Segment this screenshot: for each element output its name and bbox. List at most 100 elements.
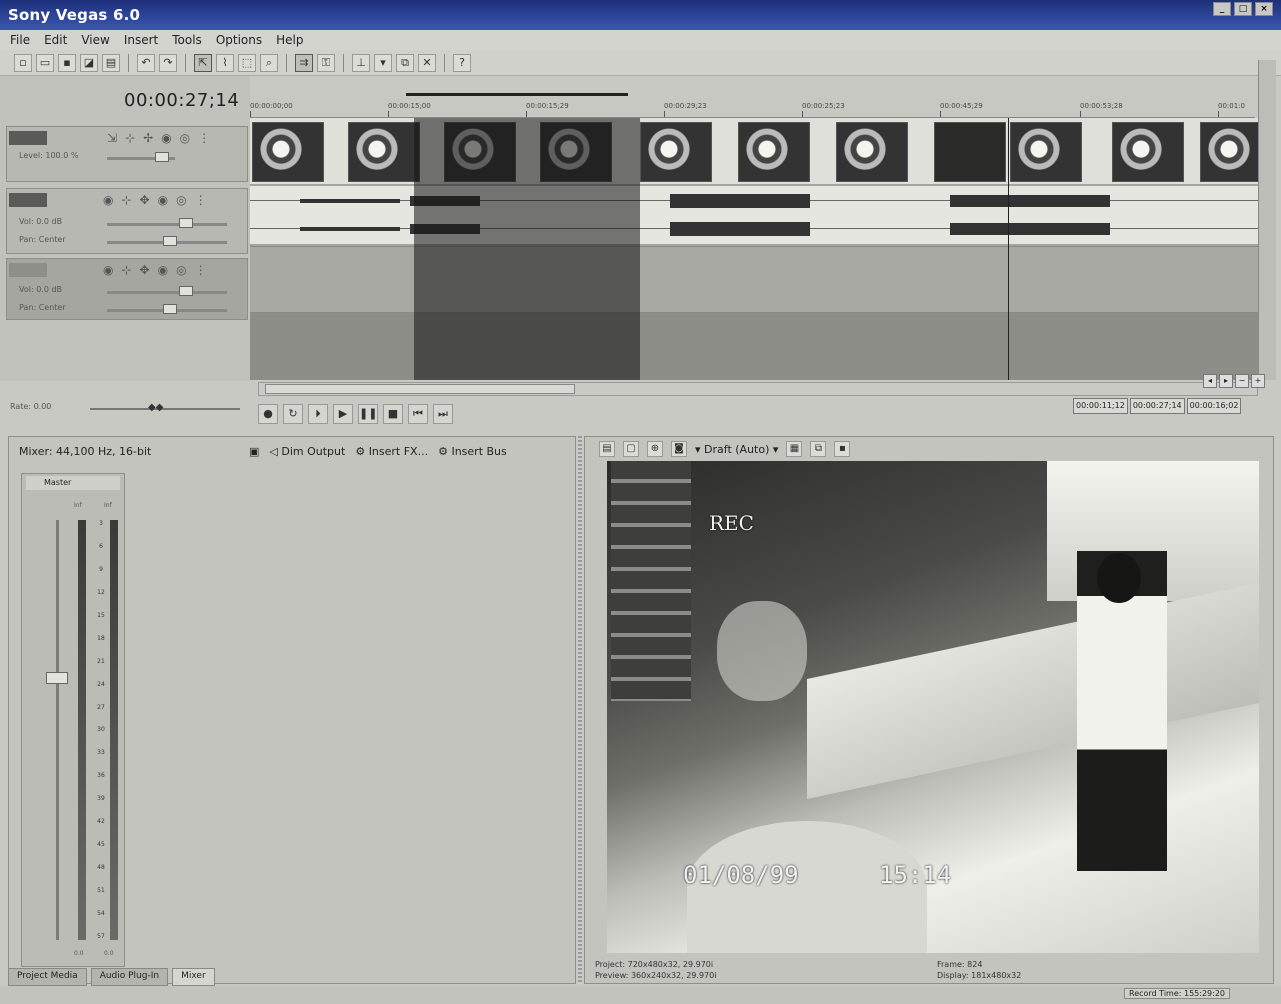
- crossfade-icon[interactable]: ✕: [418, 53, 436, 72]
- track-header-audio-1[interactable]: ◉ ⊹ ✥ ◉ ◎ ⋮ Vol: 0.0 dB Pan: Center: [6, 188, 248, 254]
- mute-icon[interactable]: ◉: [158, 193, 168, 207]
- playhead-cursor[interactable]: [1008, 118, 1009, 380]
- maximize-button[interactable]: □: [1234, 2, 1252, 16]
- horizontal-scrollbar[interactable]: [258, 382, 1258, 396]
- loop-playback-icon[interactable]: ↻: [283, 404, 303, 424]
- menu-help[interactable]: Help: [276, 33, 303, 47]
- menu-insert[interactable]: Insert: [124, 33, 158, 47]
- pan-icon[interactable]: ✥: [140, 193, 150, 207]
- solo-icon[interactable]: ◎: [180, 131, 190, 145]
- properties-icon[interactable]: ▤: [102, 53, 120, 72]
- track-header-video[interactable]: ⇲ ⊹ ✢ ◉ ◎ ⋮ Level: 100.0 %: [6, 126, 248, 182]
- new-icon[interactable]: ▫: [14, 53, 32, 72]
- track-fx-icon[interactable]: ⊹: [121, 193, 131, 207]
- go-to-end-icon[interactable]: ⏭: [433, 404, 453, 424]
- record-icon[interactable]: ●: [258, 404, 278, 424]
- scroll-right-icon[interactable]: ▸: [1219, 374, 1233, 388]
- timeline-area[interactable]: [250, 118, 1258, 380]
- arm-record-icon[interactable]: ◉: [103, 193, 113, 207]
- track-menu-icon[interactable]: ⋮: [195, 263, 207, 277]
- volume-slider[interactable]: [107, 291, 227, 294]
- dim-output-button[interactable]: ◁ Dim Output: [269, 445, 345, 458]
- normal-edit-tool-icon[interactable]: ⇱: [194, 53, 212, 72]
- track-menu-icon[interactable]: ⋮: [198, 131, 210, 145]
- stop-icon[interactable]: ■: [383, 404, 403, 424]
- video-fx-icon[interactable]: ◙: [671, 441, 687, 457]
- markers-icon[interactable]: ▾: [374, 53, 392, 72]
- solo-icon[interactable]: ◎: [176, 263, 186, 277]
- level-slider-knob[interactable]: [155, 152, 169, 162]
- volume-slider-knob[interactable]: [179, 286, 193, 296]
- track-motion-icon[interactable]: ⇲: [107, 131, 117, 145]
- audio-track-2-lane[interactable]: [250, 246, 1258, 312]
- pause-icon[interactable]: ❚❚: [358, 404, 378, 424]
- mute-icon[interactable]: ◉: [161, 131, 171, 145]
- scroll-left-icon[interactable]: ◂: [1203, 374, 1217, 388]
- snapping-icon[interactable]: ⊥: [352, 53, 370, 72]
- undo-icon[interactable]: ↶: [137, 53, 155, 72]
- composite-icon[interactable]: ✢: [143, 131, 153, 145]
- envelope-tool-icon[interactable]: ⌇: [216, 53, 234, 72]
- vertical-scrollbar[interactable]: [1258, 60, 1276, 380]
- rate-slider[interactable]: [90, 408, 240, 410]
- menu-file[interactable]: File: [10, 33, 30, 47]
- menu-options[interactable]: Options: [216, 33, 262, 47]
- insert-bus-button[interactable]: ⚙ Insert Bus: [438, 445, 507, 458]
- insert-fx-button[interactable]: ⚙ Insert FX...: [355, 445, 428, 458]
- menu-view[interactable]: View: [81, 33, 109, 47]
- video-track-events[interactable]: [250, 118, 1258, 184]
- tab-audio-plug-in[interactable]: Audio Plug-In: [90, 968, 169, 986]
- split-screen-icon[interactable]: ⊕: [647, 441, 663, 457]
- play-icon[interactable]: ▶: [333, 404, 353, 424]
- track-fx-icon[interactable]: ⊹: [121, 263, 131, 277]
- selection-start-field[interactable]: 00:00:11;12: [1073, 398, 1128, 414]
- ignore-grouping-icon[interactable]: ⧉: [396, 53, 414, 72]
- go-to-start-icon[interactable]: ⏮: [408, 404, 428, 424]
- zoom-out-icon[interactable]: −: [1235, 374, 1249, 388]
- scrollbar-thumb[interactable]: [265, 384, 575, 394]
- mute-icon[interactable]: ◉: [158, 263, 168, 277]
- arm-record-icon[interactable]: ◉: [103, 263, 113, 277]
- render-icon[interactable]: ◪: [80, 53, 98, 72]
- copy-snapshot-icon[interactable]: ⧉: [810, 441, 827, 457]
- timeline-ruler[interactable]: 00:00:00;00 00:00:15;00 00:00:15;29 00:0…: [250, 96, 1255, 118]
- window-splitter[interactable]: [578, 436, 582, 984]
- save-snapshot-icon[interactable]: ▪: [834, 441, 851, 457]
- cursor-timecode[interactable]: 00:00:27;14: [124, 90, 239, 111]
- zoom-tool-icon[interactable]: ⌕: [260, 53, 278, 72]
- pan-icon[interactable]: ✥: [140, 263, 150, 277]
- track-header-audio-2[interactable]: ◉ ⊹ ✥ ◉ ◎ ⋮ Vol: 0.0 dB Pan: Center: [6, 258, 248, 320]
- pan-slider-knob[interactable]: [163, 304, 177, 314]
- volume-slider-knob[interactable]: [179, 218, 193, 228]
- menu-tools[interactable]: Tools: [172, 33, 202, 47]
- play-from-start-icon[interactable]: ⏵: [308, 404, 328, 424]
- external-monitor-icon[interactable]: ▢: [623, 441, 639, 457]
- track-menu-icon[interactable]: ⋮: [195, 193, 207, 207]
- tab-project-media[interactable]: Project Media: [8, 968, 87, 986]
- menu-edit[interactable]: Edit: [44, 33, 67, 47]
- help-pointer-icon[interactable]: ?: [453, 53, 471, 72]
- open-icon[interactable]: ▭: [36, 53, 54, 72]
- tab-mixer[interactable]: Mixer: [172, 968, 215, 986]
- rate-slider-knob[interactable]: ◆◆: [148, 402, 163, 413]
- preview-quality-dropdown[interactable]: ▾ Draft (Auto) ▾: [695, 443, 778, 456]
- time-selection[interactable]: [414, 118, 640, 380]
- overlays-icon[interactable]: ▦: [786, 441, 803, 457]
- empty-track-lane[interactable]: [250, 312, 1258, 380]
- audio-track-events[interactable]: [250, 186, 1258, 244]
- lock-envelopes-icon[interactable]: ⚿: [317, 53, 335, 72]
- master-fader-track[interactable]: [56, 520, 59, 940]
- close-button[interactable]: ×: [1255, 2, 1273, 16]
- master-fader-knob[interactable]: [46, 672, 68, 684]
- zoom-in-icon[interactable]: +: [1251, 374, 1265, 388]
- preview-properties-icon[interactable]: ▤: [599, 441, 615, 457]
- auto-ripple-icon[interactable]: ⇉: [295, 53, 313, 72]
- selection-length-field[interactable]: 00:00:16;02: [1186, 398, 1242, 414]
- pan-slider-knob[interactable]: [163, 236, 177, 246]
- track-fx-icon[interactable]: ⊹: [125, 131, 135, 145]
- redo-icon[interactable]: ↷: [159, 53, 177, 72]
- minimize-button[interactable]: _: [1213, 2, 1231, 16]
- downmix-icon[interactable]: ▣: [249, 445, 259, 458]
- selection-tool-icon[interactable]: ⬚: [238, 53, 256, 72]
- save-icon[interactable]: ▪: [58, 53, 76, 72]
